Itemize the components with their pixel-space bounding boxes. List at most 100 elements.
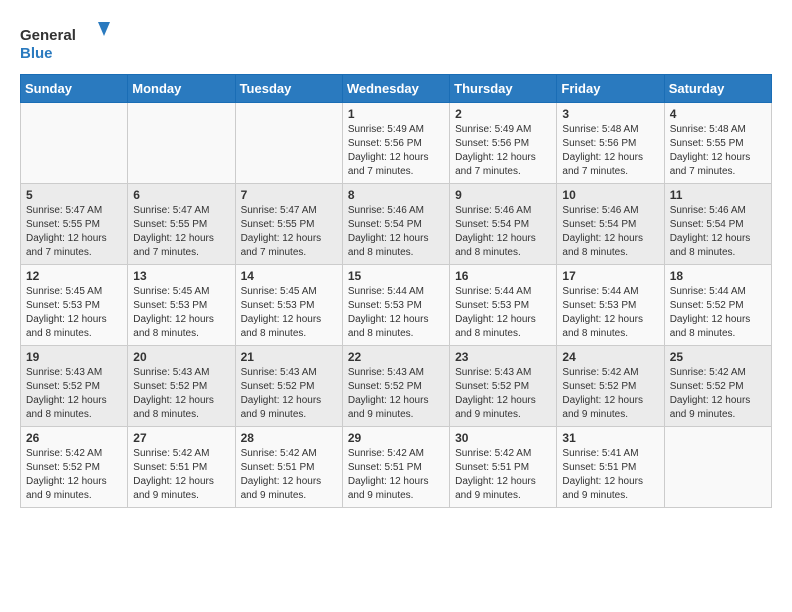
calendar-cell: 21 Sunrise: 5:43 AMSunset: 5:52 PMDaylig… [235, 346, 342, 427]
calendar-cell: 14 Sunrise: 5:45 AMSunset: 5:53 PMDaylig… [235, 265, 342, 346]
day-info: Sunrise: 5:49 AMSunset: 5:56 PMDaylight:… [348, 123, 444, 179]
calendar-cell: 9 Sunrise: 5:46 AMSunset: 5:54 PMDayligh… [450, 184, 557, 265]
svg-text:Blue: Blue [20, 45, 53, 62]
day-number: 22 [348, 350, 444, 364]
calendar-cell: 11 Sunrise: 5:46 AMSunset: 5:54 PMDaylig… [664, 184, 771, 265]
day-info: Sunrise: 5:43 AMSunset: 5:52 PMDaylight:… [133, 366, 229, 422]
day-number: 6 [133, 188, 229, 202]
day-info: Sunrise: 5:46 AMSunset: 5:54 PMDaylight:… [670, 204, 766, 260]
day-info: Sunrise: 5:42 AMSunset: 5:51 PMDaylight:… [455, 447, 551, 503]
day-number: 16 [455, 269, 551, 283]
weekday-header-wednesday: Wednesday [342, 75, 449, 103]
day-number: 23 [455, 350, 551, 364]
calendar-cell [21, 103, 128, 184]
day-number: 8 [348, 188, 444, 202]
day-number: 2 [455, 107, 551, 121]
day-info: Sunrise: 5:43 AMSunset: 5:52 PMDaylight:… [455, 366, 551, 422]
day-number: 3 [562, 107, 658, 121]
day-number: 21 [241, 350, 337, 364]
day-info: Sunrise: 5:42 AMSunset: 5:52 PMDaylight:… [26, 447, 122, 503]
weekday-header-row: SundayMondayTuesdayWednesdayThursdayFrid… [21, 75, 772, 103]
svg-text:General: General [20, 27, 76, 44]
calendar-cell: 20 Sunrise: 5:43 AMSunset: 5:52 PMDaylig… [128, 346, 235, 427]
day-number: 18 [670, 269, 766, 283]
day-number: 19 [26, 350, 122, 364]
logo-icon: General Blue [20, 20, 110, 64]
calendar-cell: 28 Sunrise: 5:42 AMSunset: 5:51 PMDaylig… [235, 427, 342, 508]
calendar-cell: 5 Sunrise: 5:47 AMSunset: 5:55 PMDayligh… [21, 184, 128, 265]
day-number: 20 [133, 350, 229, 364]
calendar-cell: 2 Sunrise: 5:49 AMSunset: 5:56 PMDayligh… [450, 103, 557, 184]
calendar-cell [128, 103, 235, 184]
calendar-cell [235, 103, 342, 184]
calendar-week-4: 19 Sunrise: 5:43 AMSunset: 5:52 PMDaylig… [21, 346, 772, 427]
calendar-cell: 13 Sunrise: 5:45 AMSunset: 5:53 PMDaylig… [128, 265, 235, 346]
day-number: 12 [26, 269, 122, 283]
day-info: Sunrise: 5:49 AMSunset: 5:56 PMDaylight:… [455, 123, 551, 179]
day-number: 11 [670, 188, 766, 202]
calendar-week-1: 1 Sunrise: 5:49 AMSunset: 5:56 PMDayligh… [21, 103, 772, 184]
calendar-cell: 18 Sunrise: 5:44 AMSunset: 5:52 PMDaylig… [664, 265, 771, 346]
day-info: Sunrise: 5:45 AMSunset: 5:53 PMDaylight:… [26, 285, 122, 341]
day-info: Sunrise: 5:44 AMSunset: 5:52 PMDaylight:… [670, 285, 766, 341]
day-number: 14 [241, 269, 337, 283]
calendar-cell: 12 Sunrise: 5:45 AMSunset: 5:53 PMDaylig… [21, 265, 128, 346]
day-info: Sunrise: 5:43 AMSunset: 5:52 PMDaylight:… [241, 366, 337, 422]
day-number: 1 [348, 107, 444, 121]
day-info: Sunrise: 5:46 AMSunset: 5:54 PMDaylight:… [455, 204, 551, 260]
calendar-cell: 23 Sunrise: 5:43 AMSunset: 5:52 PMDaylig… [450, 346, 557, 427]
calendar-cell: 26 Sunrise: 5:42 AMSunset: 5:52 PMDaylig… [21, 427, 128, 508]
calendar-cell: 17 Sunrise: 5:44 AMSunset: 5:53 PMDaylig… [557, 265, 664, 346]
day-info: Sunrise: 5:46 AMSunset: 5:54 PMDaylight:… [348, 204, 444, 260]
day-number: 31 [562, 431, 658, 445]
day-number: 7 [241, 188, 337, 202]
calendar-cell: 31 Sunrise: 5:41 AMSunset: 5:51 PMDaylig… [557, 427, 664, 508]
weekday-header-tuesday: Tuesday [235, 75, 342, 103]
day-info: Sunrise: 5:47 AMSunset: 5:55 PMDaylight:… [26, 204, 122, 260]
day-info: Sunrise: 5:47 AMSunset: 5:55 PMDaylight:… [241, 204, 337, 260]
day-info: Sunrise: 5:42 AMSunset: 5:51 PMDaylight:… [348, 447, 444, 503]
day-number: 28 [241, 431, 337, 445]
calendar-cell: 7 Sunrise: 5:47 AMSunset: 5:55 PMDayligh… [235, 184, 342, 265]
day-info: Sunrise: 5:41 AMSunset: 5:51 PMDaylight:… [562, 447, 658, 503]
calendar-cell: 8 Sunrise: 5:46 AMSunset: 5:54 PMDayligh… [342, 184, 449, 265]
logo: General Blue [20, 20, 110, 64]
day-info: Sunrise: 5:44 AMSunset: 5:53 PMDaylight:… [562, 285, 658, 341]
calendar-cell: 24 Sunrise: 5:42 AMSunset: 5:52 PMDaylig… [557, 346, 664, 427]
day-info: Sunrise: 5:43 AMSunset: 5:52 PMDaylight:… [348, 366, 444, 422]
day-number: 24 [562, 350, 658, 364]
day-number: 4 [670, 107, 766, 121]
calendar-cell: 29 Sunrise: 5:42 AMSunset: 5:51 PMDaylig… [342, 427, 449, 508]
day-number: 17 [562, 269, 658, 283]
calendar-cell: 1 Sunrise: 5:49 AMSunset: 5:56 PMDayligh… [342, 103, 449, 184]
weekday-header-sunday: Sunday [21, 75, 128, 103]
day-info: Sunrise: 5:44 AMSunset: 5:53 PMDaylight:… [455, 285, 551, 341]
day-number: 5 [26, 188, 122, 202]
calendar-table: SundayMondayTuesdayWednesdayThursdayFrid… [20, 74, 772, 508]
day-number: 13 [133, 269, 229, 283]
day-number: 10 [562, 188, 658, 202]
calendar-cell: 10 Sunrise: 5:46 AMSunset: 5:54 PMDaylig… [557, 184, 664, 265]
day-number: 25 [670, 350, 766, 364]
day-info: Sunrise: 5:42 AMSunset: 5:52 PMDaylight:… [670, 366, 766, 422]
page-header: General Blue [20, 20, 772, 64]
day-info: Sunrise: 5:45 AMSunset: 5:53 PMDaylight:… [241, 285, 337, 341]
calendar-cell [664, 427, 771, 508]
day-number: 26 [26, 431, 122, 445]
calendar-cell: 25 Sunrise: 5:42 AMSunset: 5:52 PMDaylig… [664, 346, 771, 427]
calendar-cell: 16 Sunrise: 5:44 AMSunset: 5:53 PMDaylig… [450, 265, 557, 346]
calendar-week-3: 12 Sunrise: 5:45 AMSunset: 5:53 PMDaylig… [21, 265, 772, 346]
day-number: 9 [455, 188, 551, 202]
day-number: 15 [348, 269, 444, 283]
day-info: Sunrise: 5:48 AMSunset: 5:56 PMDaylight:… [562, 123, 658, 179]
day-info: Sunrise: 5:42 AMSunset: 5:51 PMDaylight:… [133, 447, 229, 503]
day-info: Sunrise: 5:42 AMSunset: 5:52 PMDaylight:… [562, 366, 658, 422]
calendar-week-5: 26 Sunrise: 5:42 AMSunset: 5:52 PMDaylig… [21, 427, 772, 508]
day-info: Sunrise: 5:43 AMSunset: 5:52 PMDaylight:… [26, 366, 122, 422]
weekday-header-thursday: Thursday [450, 75, 557, 103]
day-number: 27 [133, 431, 229, 445]
calendar-cell: 27 Sunrise: 5:42 AMSunset: 5:51 PMDaylig… [128, 427, 235, 508]
day-info: Sunrise: 5:42 AMSunset: 5:51 PMDaylight:… [241, 447, 337, 503]
weekday-header-saturday: Saturday [664, 75, 771, 103]
day-info: Sunrise: 5:47 AMSunset: 5:55 PMDaylight:… [133, 204, 229, 260]
